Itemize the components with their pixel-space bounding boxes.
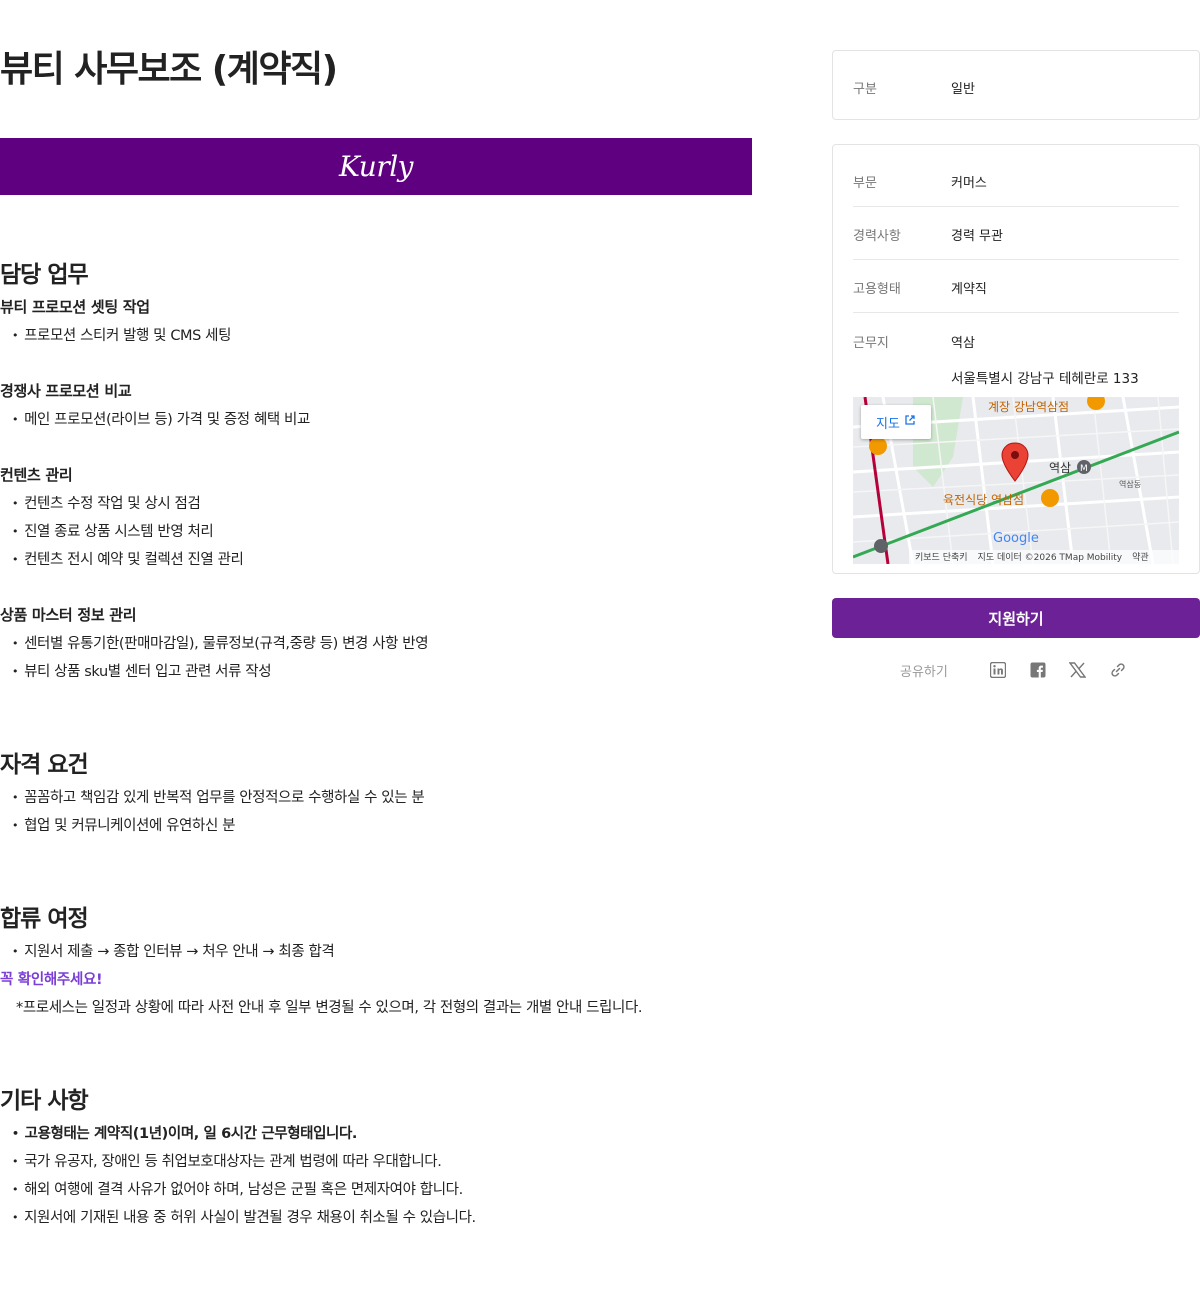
- kurly-logo: Kurly: [339, 150, 414, 183]
- employment-row: 고용형태 계약직: [833, 260, 1199, 312]
- etc-item: 해외 여행에 결격 사유가 없어야 하며, 남성은 군필 혹은 면제자여야 합니…: [12, 1178, 463, 1199]
- location-value: 역삼: [951, 336, 975, 351]
- requirements-title: 자격 요건: [0, 752, 89, 778]
- duty-item: 프로모션 스티커 발행 및 CMS 세팅: [12, 324, 231, 345]
- duty-group-title: 뷰티 프로모션 셋팅 작업: [0, 298, 150, 316]
- map-terms-link[interactable]: 약관: [1132, 550, 1149, 564]
- map-footer: 키보드 단축키 지도 데이터 ©2026 TMap Mobility 약관: [909, 550, 1179, 564]
- map-data-credit: 지도 데이터 ©2026 TMap Mobility: [977, 553, 1123, 563]
- map-label-gyejang: 계장 강남역삼점: [988, 400, 1069, 414]
- employment-label: 고용형태: [853, 282, 901, 297]
- location-row: 근무지 역삼 서울특별시 강남구 테헤란로 133: [833, 313, 1199, 387]
- apply-button[interactable]: 지원하기: [832, 598, 1200, 638]
- duty-group-title: 컨텐츠 관리: [0, 466, 73, 484]
- location-map[interactable]: M 역삼 육전식당 역삼점 계장 강남역삼점 역삼동 Google 지도 키보드…: [853, 397, 1179, 564]
- duties-title: 담당 업무: [0, 262, 89, 288]
- employment-value: 계약직: [951, 282, 987, 297]
- kurly-banner: Kurly: [0, 138, 752, 195]
- location-label: 근무지: [853, 336, 889, 351]
- etc-item: 국가 유공자, 장애인 등 취업보호대상자는 관계 법령에 따라 우대합니다.: [12, 1150, 442, 1171]
- duty-group-title: 경쟁사 프로모션 비교: [0, 382, 132, 400]
- link-icon[interactable]: [1098, 659, 1138, 681]
- job-info-card: 부문 커머스 경력사항 경력 무관 고용형태 계약직 근무지 역삼 서울특별시 …: [832, 144, 1200, 574]
- share-bar: 공유하기: [900, 659, 1138, 681]
- duty-group-title: 상품 마스터 정보 관리: [0, 606, 137, 624]
- etc-title: 기타 사항: [0, 1088, 89, 1114]
- process-item: 지원서 제출 → 종합 인터뷰 → 처우 안내 → 최종 합격: [12, 940, 335, 961]
- map-google-logo: Google: [993, 531, 1039, 546]
- map-open-button[interactable]: 지도: [861, 405, 931, 439]
- etc-item: 고용형태는 계약직(1년)이며, 일 6시간 근무형태입니다.: [12, 1122, 358, 1143]
- location-address: 서울특별시 강남구 테헤란로 133: [951, 371, 1139, 387]
- duty-item: 센터별 유통기한(판매마감일), 물류정보(규격,중량 등) 변경 사항 반영: [12, 632, 428, 653]
- requirement-item: 협업 및 커뮤니케이션에 유연하신 분: [12, 814, 235, 835]
- department-row: 부문 커머스: [833, 145, 1199, 206]
- category-value: 일반: [951, 82, 975, 97]
- duty-item: 메인 프로모션(라이브 등) 가격 및 증정 혜택 비교: [12, 408, 310, 429]
- requirement-item: 꼼꼼하고 책임감 있게 반복적 업무를 안정적으로 수행하실 수 있는 분: [12, 786, 425, 807]
- duty-item: 진열 종료 상품 시스템 반영 처리: [12, 520, 214, 541]
- experience-label: 경력사항: [853, 229, 901, 244]
- map-shortcuts-link[interactable]: 키보드 단축키: [915, 550, 968, 564]
- duty-item: 뷰티 상품 sku별 센터 입고 관련 서류 작성: [12, 660, 271, 681]
- process-title: 합류 여정: [0, 906, 89, 932]
- duty-item: 컨텐츠 전시 예약 및 컬렉션 진열 관리: [12, 548, 244, 569]
- experience-value: 경력 무관: [951, 229, 1003, 244]
- category-label: 구분: [853, 82, 877, 97]
- department-value: 커머스: [951, 176, 987, 191]
- department-label: 부문: [853, 176, 877, 191]
- map-button-label: 지도: [876, 416, 900, 432]
- external-link-icon: [904, 414, 916, 430]
- x-icon[interactable]: [1058, 659, 1098, 681]
- page-title: 뷰티 사무보조 (계약직): [0, 49, 338, 90]
- experience-row: 경력사항 경력 무관: [833, 207, 1199, 259]
- facebook-icon[interactable]: [1018, 659, 1058, 681]
- share-label: 공유하기: [900, 664, 948, 680]
- linkedin-icon[interactable]: [978, 659, 1018, 681]
- map-label-dong: 역삼동: [1119, 479, 1141, 489]
- duty-item: 컨텐츠 수정 작업 및 상시 점검: [12, 492, 201, 513]
- map-label-yeoksam: 역삼: [1049, 461, 1071, 475]
- map-label-restaurant: 육전식당 역삼점: [943, 493, 1024, 507]
- process-note: *프로세스는 일정과 상황에 따라 사전 안내 후 일부 변경될 수 있으며, …: [16, 1000, 643, 1016]
- svg-text:M: M: [1080, 464, 1088, 474]
- etc-item: 지원서에 기재된 내용 중 허위 사실이 발견될 경우 채용이 취소될 수 있습…: [12, 1206, 476, 1227]
- category-card: 구분 일반: [832, 50, 1200, 120]
- process-highlight: 꼭 확인해주세요!: [0, 972, 103, 988]
- category-row: 구분 일반: [833, 51, 1199, 97]
